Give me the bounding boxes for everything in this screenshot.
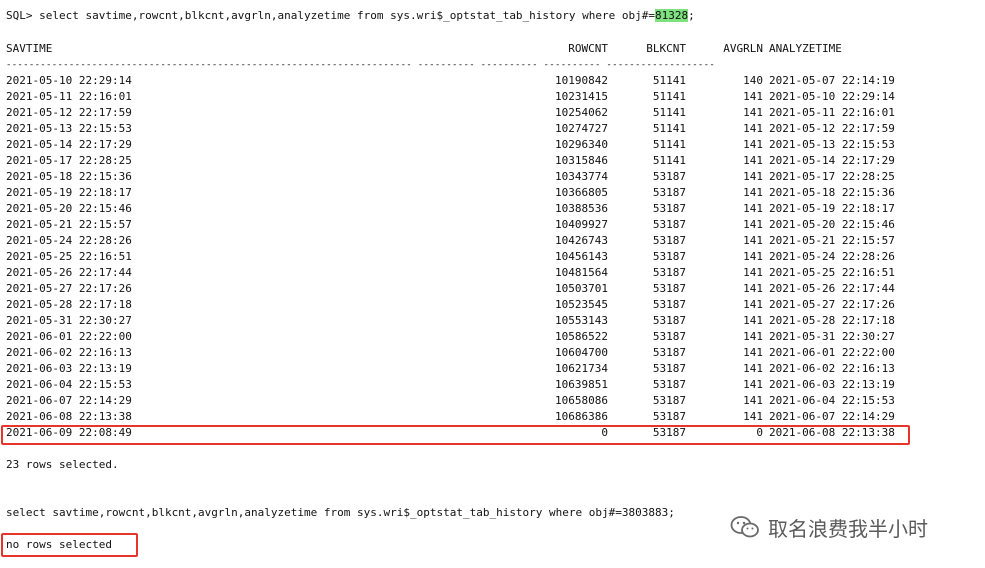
table-row: 2021-05-31 22:30:27 10553143 53187 141 2021-… <box>6 313 966 329</box>
cell-analyzetime: 2021-05-13 22:15:53 <box>769 138 895 151</box>
cell-analyzetime: 2021-05-10 22:29:14 <box>769 90 895 103</box>
cell-avgrln: 140 <box>743 74 763 87</box>
table-row: 2021-05-24 22:28:26 10426743 53187 141 2021-… <box>6 233 966 249</box>
cell-avgrln: 141 <box>743 186 763 199</box>
cell-analyzetime: 2021-05-17 22:28:25 <box>769 170 895 183</box>
cell-analyzetime: 2021-06-01 22:22:00 <box>769 346 895 359</box>
cell-avgrln: 141 <box>743 218 763 231</box>
cell-avgrln: 141 <box>743 314 763 327</box>
cell-avgrln: 141 <box>743 90 763 103</box>
cell-analyzetime: 2021-05-14 22:17:29 <box>769 154 895 167</box>
header-avgrln: AVGRLN <box>723 42 763 55</box>
cell-analyzetime: 2021-06-04 22:15:53 <box>769 394 895 407</box>
sql-terminal-output: SQL> select savtime,rowcnt,blkcnt,avgrln… <box>0 0 985 568</box>
table-row: 2021-05-26 22:17:44 10481564 53187 141 2021-… <box>6 265 966 281</box>
highlight-box-last-row <box>1 425 910 445</box>
cell-avgrln: 141 <box>743 282 763 295</box>
cell-analyzetime: 2021-05-11 22:16:01 <box>769 106 895 119</box>
cell-analyzetime: 2021-05-20 22:15:46 <box>769 218 895 231</box>
table-row: 2021-05-14 22:17:29 10296340 51141 141 2021-… <box>6 137 966 153</box>
query-terminator: ; <box>688 9 695 22</box>
cell-analyzetime: 2021-05-28 22:17:18 <box>769 314 895 327</box>
highlight-box-no-rows <box>1 533 138 557</box>
column-headers: SAVTIME ROWCNT BLKCNT AVGRLN ANALYZETIME <box>6 41 966 57</box>
cell-avgrln: 141 <box>743 330 763 343</box>
table-row: 2021-06-08 22:13:38 10686386 53187 141 2021-… <box>6 409 966 425</box>
header-separator: ----------------------------------------… <box>6 60 716 70</box>
cell-avgrln: 141 <box>743 298 763 311</box>
sql-query-2: select savtime,rowcnt,blkcnt,avgrln,anal… <box>6 506 675 519</box>
cell-analyzetime: 2021-05-24 22:28:26 <box>769 250 895 263</box>
cell-analyzetime: 2021-05-25 22:16:51 <box>769 266 895 279</box>
watermark: 取名浪费我半小时 <box>730 512 928 542</box>
sql-query-1: SQL> select savtime,rowcnt,blkcnt,avgrln… <box>6 8 695 24</box>
table-row: 2021-05-20 22:15:46 10388536 53187 141 2021-… <box>6 201 966 217</box>
watermark-text: 取名浪费我半小时 <box>768 516 928 541</box>
cell-avgrln: 141 <box>743 378 763 391</box>
table-row: 2021-06-03 22:13:19 10621734 53187 141 2021-… <box>6 361 966 377</box>
cell-avgrln: 141 <box>743 266 763 279</box>
cell-avgrln: 141 <box>743 170 763 183</box>
cell-analyzetime: 2021-06-03 22:13:19 <box>769 378 895 391</box>
cell-avgrln: 141 <box>743 234 763 247</box>
cell-avgrln: 141 <box>743 362 763 375</box>
table-row: 2021-05-11 22:16:01 10231415 51141 141 2021-… <box>6 89 966 105</box>
table-row: 2021-05-10 22:29:14 10190842 51141 140 2021-… <box>6 73 966 89</box>
cell-avgrln: 141 <box>743 394 763 407</box>
obj-id-highlight: 81328 <box>655 9 689 22</box>
table-row: 2021-05-12 22:17:59 10254062 51141 141 2021-… <box>6 105 966 121</box>
wechat-icon <box>730 516 759 538</box>
table-row: 2021-06-07 22:14:29 10658086 53187 141 2021-… <box>6 393 966 409</box>
cell-analyzetime: 2021-05-31 22:30:27 <box>769 330 895 343</box>
cell-avgrln: 141 <box>743 202 763 215</box>
cell-avgrln: 141 <box>743 122 763 135</box>
table-row: 2021-05-18 22:15:36 10343774 53187 141 2021-… <box>6 169 966 185</box>
table-row: 2021-05-19 22:18:17 10366805 53187 141 2021-… <box>6 185 966 201</box>
cell-avgrln: 141 <box>743 346 763 359</box>
table-row: 2021-06-02 22:16:13 10604700 53187 141 2021-… <box>6 345 966 361</box>
cell-analyzetime: 2021-06-02 22:16:13 <box>769 362 895 375</box>
cell-analyzetime: 2021-05-21 22:15:57 <box>769 234 895 247</box>
table-row: 2021-05-28 22:17:18 10523545 53187 141 2021-… <box>6 297 966 313</box>
cell-analyzetime: 2021-05-26 22:17:44 <box>769 282 895 295</box>
cell-analyzetime: 2021-06-07 22:14:29 <box>769 410 895 423</box>
query-text: SQL> select savtime,rowcnt,blkcnt,avgrln… <box>6 9 656 22</box>
table-row: 2021-05-25 22:16:51 10456143 53187 141 2021-… <box>6 249 966 265</box>
table-row: 2021-05-13 22:15:53 10274727 51141 141 2021-… <box>6 121 966 137</box>
cell-analyzetime: 2021-05-27 22:17:26 <box>769 298 895 311</box>
table-row: 2021-05-27 22:17:26 10503701 53187 141 2021-… <box>6 281 966 297</box>
table-row: 2021-05-17 22:28:25 10315846 51141 141 2021-… <box>6 153 966 169</box>
table-row: 2021-06-04 22:15:53 10639851 53187 141 2021-… <box>6 377 966 393</box>
cell-avgrln: 141 <box>743 410 763 423</box>
cell-analyzetime: 2021-05-07 22:14:19 <box>769 74 895 87</box>
cell-avgrln: 141 <box>743 138 763 151</box>
header-analyzetime: ANALYZETIME <box>769 42 842 55</box>
cell-avgrln: 141 <box>743 250 763 263</box>
cell-analyzetime: 2021-05-12 22:17:59 <box>769 122 895 135</box>
table-row: 2021-05-21 22:15:57 10409927 53187 141 2021-… <box>6 217 966 233</box>
cell-analyzetime: 2021-05-19 22:18:17 <box>769 202 895 215</box>
rows-selected-status: 23 rows selected. <box>6 458 119 471</box>
cell-avgrln: 141 <box>743 106 763 119</box>
table-row: 2021-06-01 22:22:00 10586522 53187 141 2021-… <box>6 329 966 345</box>
cell-avgrln: 141 <box>743 154 763 167</box>
cell-analyzetime: 2021-05-18 22:15:36 <box>769 186 895 199</box>
